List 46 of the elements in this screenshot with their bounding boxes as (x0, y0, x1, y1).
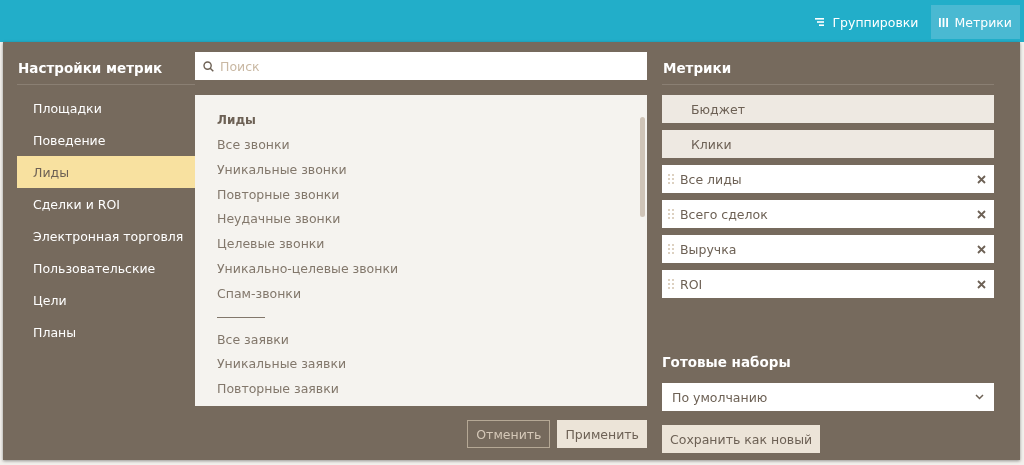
metric-option[interactable]: Повторные заявки (217, 381, 339, 397)
category-item[interactable]: Электронная торговля (17, 220, 195, 252)
category-item[interactable]: Цели (17, 284, 195, 316)
close-icon[interactable] (977, 244, 986, 254)
metric-chip[interactable]: Клики (662, 130, 994, 158)
drag-handle-icon[interactable] (668, 244, 674, 254)
save-as-new-button[interactable]: Сохранить как новый (662, 425, 821, 453)
scrollbar-thumb[interactable] (640, 117, 645, 217)
metric-option[interactable]: Уникальные звонки (217, 161, 347, 177)
metric-option[interactable]: Уникально-целевые звонки (217, 261, 399, 276)
search-field[interactable]: Поиск (195, 52, 647, 80)
preset-dropdown[interactable]: По умолчанию (662, 383, 994, 411)
category-item[interactable]: Площадки (17, 92, 195, 124)
group-heading: Лиды (217, 113, 257, 129)
search-icon (203, 61, 214, 72)
apply-button[interactable]: Применить (557, 420, 647, 448)
category-item[interactable]: Сделки и ROI (17, 188, 195, 220)
drag-handle-icon[interactable] (668, 174, 674, 184)
cancel-button[interactable]: Отменить (467, 420, 551, 448)
section-title: Готовые наборы (662, 353, 792, 372)
category-item[interactable]: Пользовательские (17, 252, 195, 284)
metric-option[interactable]: Целевые звонки (217, 236, 325, 252)
section-title: Метрики (662, 52, 994, 85)
metric-chip[interactable]: Бюджет (662, 95, 994, 123)
metric-chip[interactable]: Всего сделок (662, 200, 994, 228)
metric-chip[interactable]: Все лиды (662, 165, 994, 193)
metric-option[interactable]: Все звонки (217, 137, 290, 152)
drag-handle-icon[interactable] (668, 209, 674, 219)
close-icon[interactable] (977, 279, 986, 289)
metric-option[interactable]: Повторные звонки (217, 186, 340, 202)
groupings-button[interactable]: Группировки (807, 5, 927, 39)
metric-option[interactable]: Все заявки (217, 331, 289, 347)
columns-icon (938, 17, 948, 27)
drag-handle-icon[interactable] (668, 279, 674, 289)
metric-chip[interactable]: ROI (662, 270, 994, 298)
metric-option[interactable]: Уникальные заявки (217, 356, 347, 372)
metric-option[interactable]: Спам-звонки (217, 285, 301, 301)
metric-option[interactable]: Неудачные звонки (217, 211, 341, 227)
metric-chip[interactable]: Выручка (662, 235, 994, 263)
category-item[interactable]: Планы (17, 316, 195, 348)
category-item[interactable]: Лиды (17, 156, 195, 188)
close-icon[interactable] (977, 174, 986, 184)
category-item[interactable]: Поведение (17, 124, 195, 156)
chevron-down-icon (975, 394, 984, 400)
list-icon (815, 17, 826, 27)
close-icon[interactable] (977, 209, 986, 219)
